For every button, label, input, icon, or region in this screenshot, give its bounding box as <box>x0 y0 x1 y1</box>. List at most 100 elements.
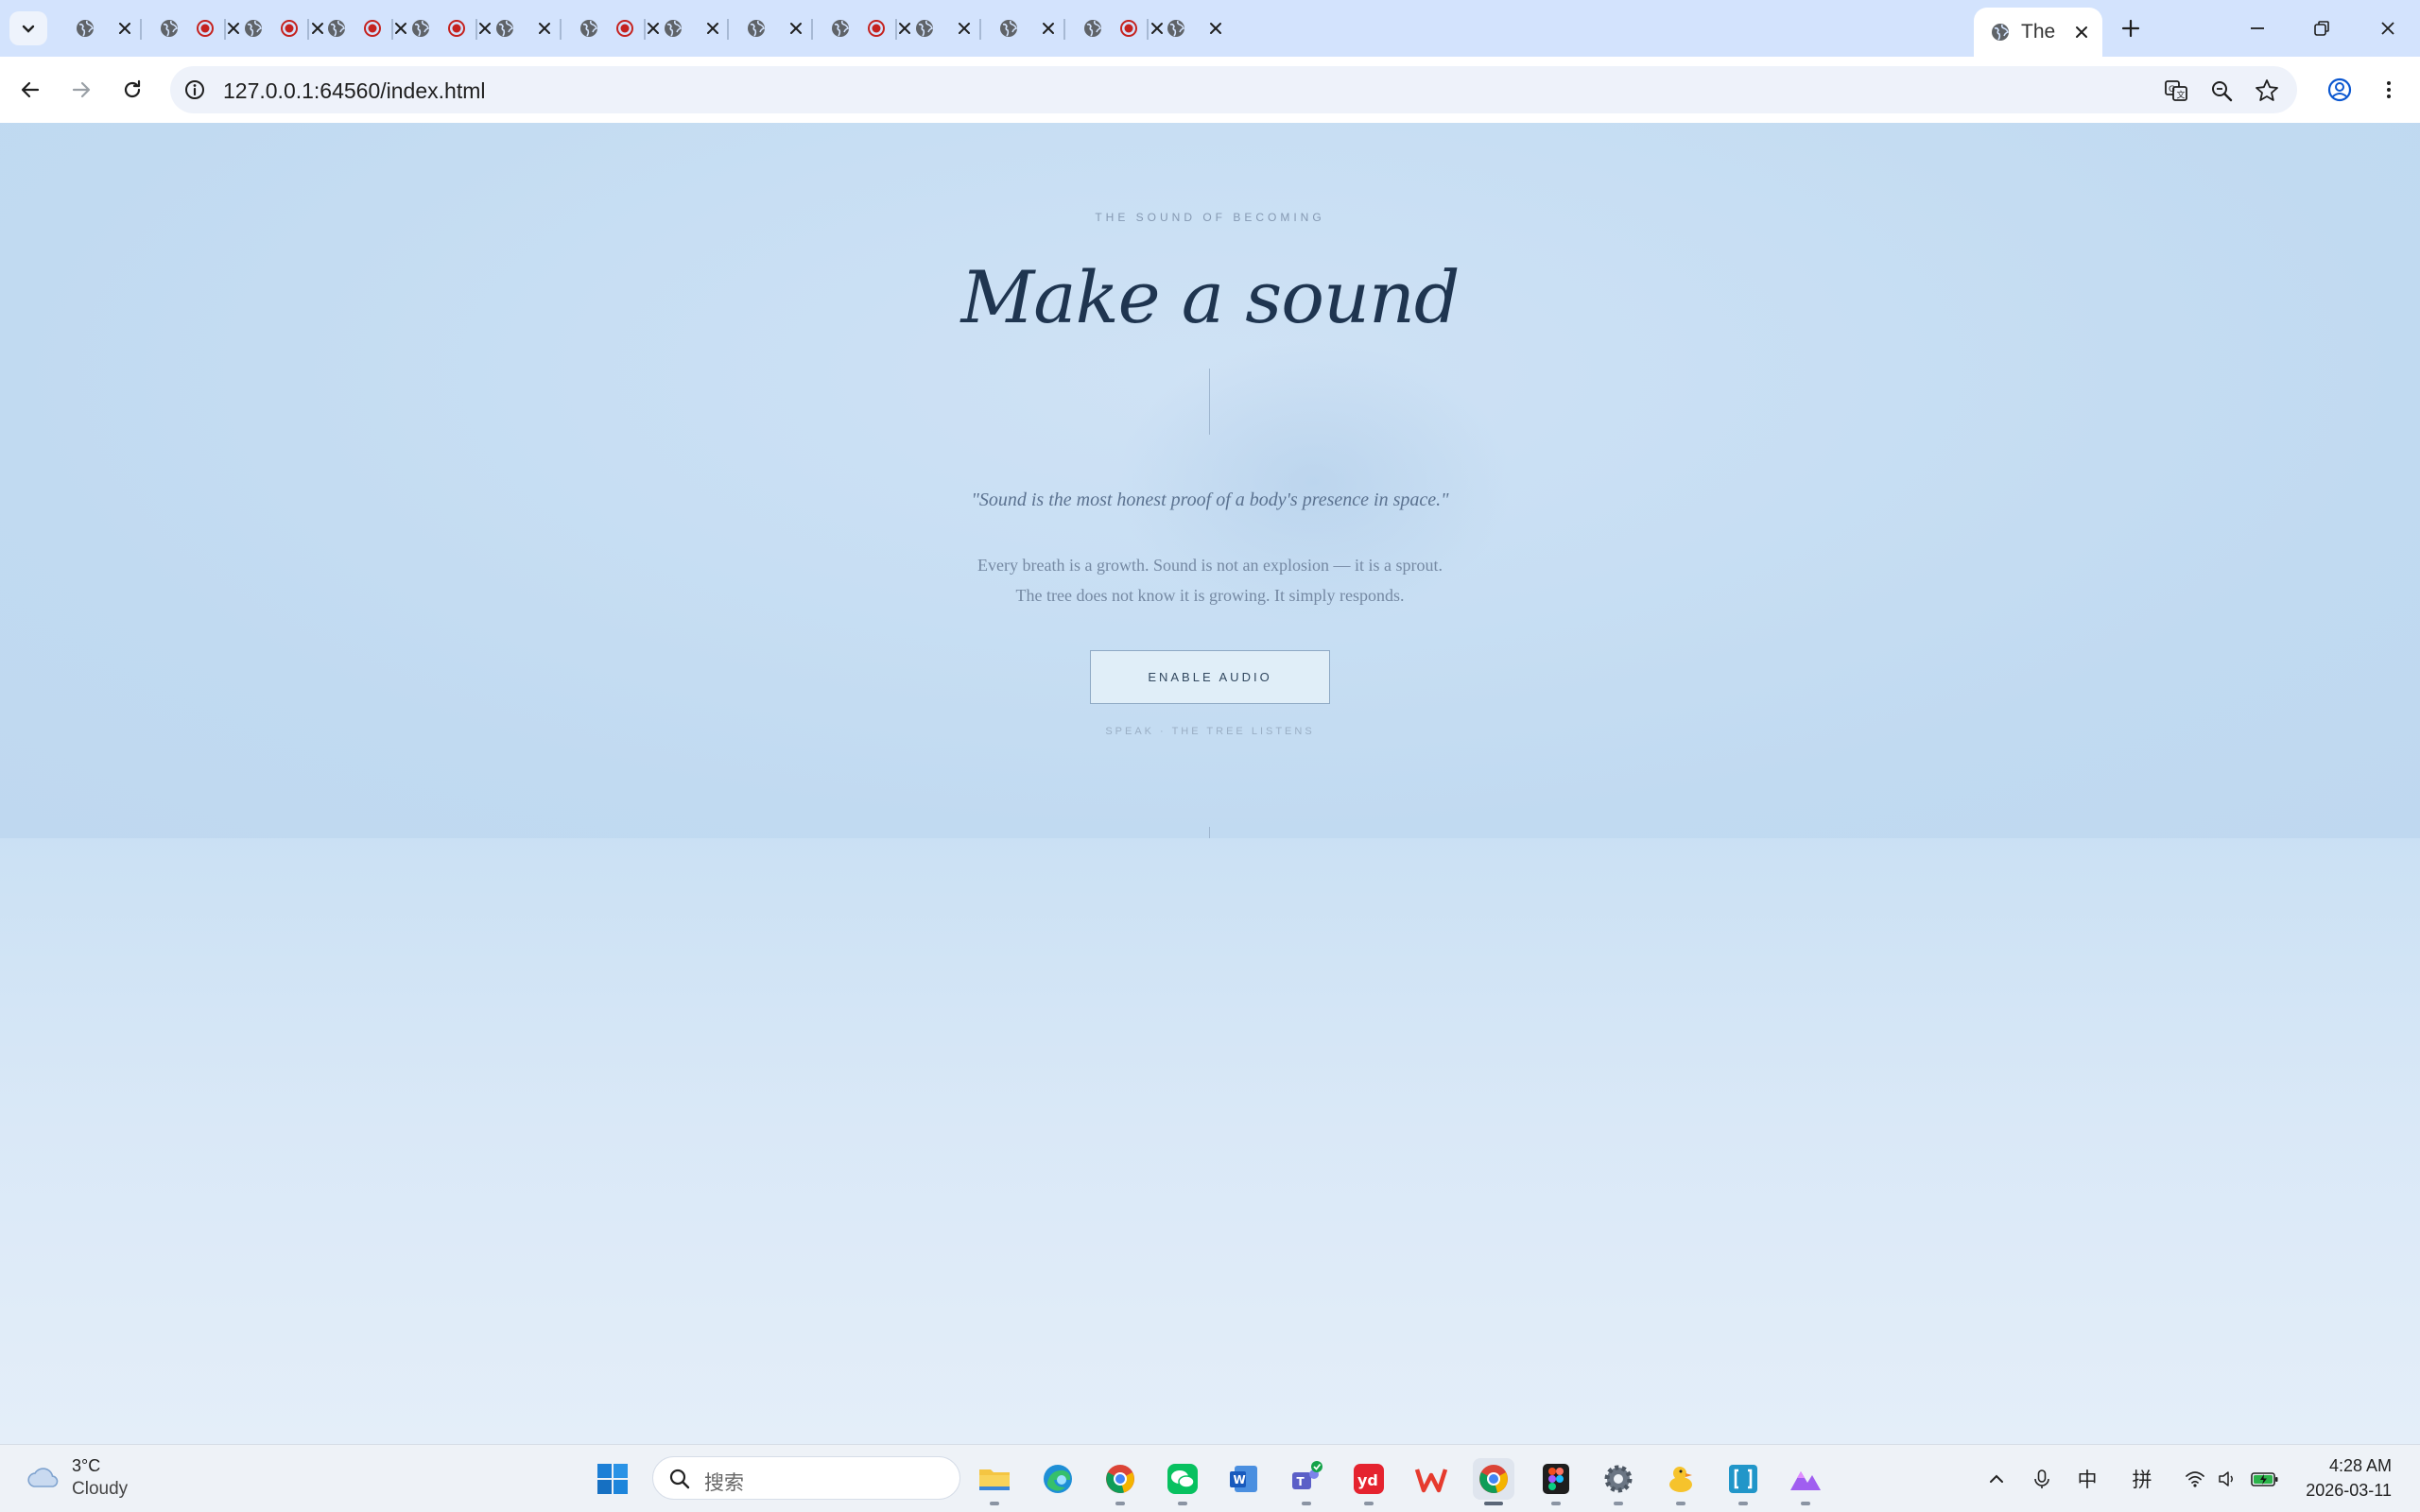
taskbar: 3°C Cloudy 搜索 W T yd 中 拼 4:28 AM 2026-03… <box>0 1444 2420 1512</box>
microphone-icon <box>2034 1469 2049 1488</box>
browser-tab[interactable]: T <box>1066 8 1163 49</box>
duck-app[interactable] <box>1660 1458 1702 1505</box>
weather-condition[interactable]: Cloudy <box>72 1479 128 1500</box>
back-button[interactable] <box>12 72 48 108</box>
tab-separator <box>727 19 729 40</box>
word-app[interactable]: W <box>1223 1458 1265 1500</box>
tab-separator <box>391 19 393 40</box>
mountain-icon <box>1790 1471 1821 1490</box>
reload-button[interactable] <box>114 72 150 108</box>
taskbar-search[interactable]: 搜索 <box>652 1456 960 1500</box>
close-tab-icon[interactable] <box>533 17 556 40</box>
youdao-app[interactable]: yd <box>1348 1458 1390 1505</box>
close-tab-icon[interactable] <box>1204 17 1227 40</box>
close-tab-icon[interactable] <box>113 17 136 40</box>
globe-icon <box>665 20 683 37</box>
speaker-icon <box>2219 1471 2233 1486</box>
clock-time[interactable]: 4:28 AM <box>2329 1456 2392 1476</box>
kicker-text: THE SOUND OF BECOMING <box>1095 211 1325 224</box>
tab-search-button[interactable] <box>9 11 47 45</box>
close-tab-icon[interactable] <box>785 17 807 40</box>
new-tab-button[interactable] <box>2114 11 2148 45</box>
cloud-icon[interactable] <box>25 1462 62 1492</box>
browser-tab[interactable]: The <box>982 8 1063 49</box>
battery-tray[interactable] <box>2250 1464 2280 1494</box>
edge-browser-icon <box>1044 1465 1072 1493</box>
teams-app[interactable]: T <box>1286 1458 1327 1505</box>
close-tab-icon[interactable] <box>701 17 724 40</box>
folder-icon <box>979 1469 1010 1490</box>
tab-separator <box>895 19 897 40</box>
tab-separator <box>224 19 226 40</box>
volume-tray[interactable] <box>2212 1464 2242 1494</box>
ime-mode-indicator[interactable]: 拼 <box>2127 1464 2157 1494</box>
close-tab-icon[interactable] <box>953 17 976 40</box>
browser-tab[interactable]: The <box>1150 8 1231 49</box>
info-icon[interactable] <box>183 78 206 101</box>
tab-active[interactable]: The <box>1974 8 2102 57</box>
browser-tab[interactable]: M <box>394 8 491 49</box>
restore-button[interactable] <box>2293 9 2350 47</box>
browser-tab[interactable]: M <box>310 8 406 49</box>
ime-language-indicator[interactable]: 中 <box>2072 1464 2102 1494</box>
microphone-tray[interactable] <box>2027 1464 2057 1494</box>
zoom-icon[interactable] <box>2208 77 2235 104</box>
tab-strip: PRESPPMM127.01127.127.1TheTheTTheThe <box>0 0 2420 57</box>
hero-section: THE SOUND OF BECOMING Make a sound "Soun… <box>0 123 2420 838</box>
browser-tab[interactable]: 127. <box>647 8 728 49</box>
profile-button[interactable] <box>2322 72 2358 108</box>
minimize-icon <box>2251 27 2264 29</box>
tab-separator <box>1063 19 1065 40</box>
browser-tab[interactable]: 1 <box>814 8 910 49</box>
wps-icon <box>1414 1469 1448 1493</box>
enable-audio-button[interactable]: ENABLE AUDIO <box>1090 650 1330 704</box>
bookmark-star-icon[interactable] <box>2254 77 2280 104</box>
globe-icon <box>1167 20 1185 37</box>
file-explorer-app[interactable] <box>974 1458 1015 1505</box>
minimize-button[interactable] <box>2229 9 2286 47</box>
chevron-down-icon <box>22 25 35 33</box>
figma-icon <box>1543 1464 1569 1494</box>
figma-app[interactable] <box>1535 1458 1577 1505</box>
wechat-app[interactable] <box>1162 1458 1203 1505</box>
clock-date[interactable]: 2026-03-11 <box>2306 1481 2392 1501</box>
url-text[interactable]: 127.0.0.1:64560/index.html <box>223 78 485 104</box>
browser-tab[interactable]: The <box>898 8 979 49</box>
recording-icon <box>281 20 298 37</box>
body-line-1: Every breath is a growth. Sound is not a… <box>977 556 1443 575</box>
windows-start-icon[interactable] <box>596 1462 630 1496</box>
browser-tab[interactable]: P <box>143 8 239 49</box>
tab-separator <box>644 19 646 40</box>
arrow-right-icon <box>72 81 91 98</box>
mountain-app[interactable] <box>1785 1458 1826 1505</box>
globe-icon <box>580 20 598 37</box>
body-line-2: The tree does not know it is growing. It… <box>1015 586 1405 605</box>
globe-icon <box>496 20 514 37</box>
weather-temperature[interactable]: 3°C <box>72 1456 100 1476</box>
bracket-app[interactable] <box>1722 1458 1764 1505</box>
close-icon <box>2381 22 2394 35</box>
wifi-tray[interactable] <box>2180 1464 2210 1494</box>
svg-text:文: 文 <box>2177 90 2186 101</box>
browser-tab[interactable]: 127. <box>730 8 811 49</box>
browser-tab[interactable]: P <box>227 8 323 49</box>
edge-app[interactable] <box>1037 1458 1079 1500</box>
close-window-button[interactable] <box>2360 9 2416 47</box>
browser-tab[interactable]: PRES <box>59 8 140 49</box>
browser-tab[interactable]: 1 <box>562 8 659 49</box>
close-tab-icon[interactable] <box>1037 17 1060 40</box>
browser-tab[interactable]: 127.0 <box>478 8 560 49</box>
close-tab-icon[interactable] <box>2070 21 2093 43</box>
globe-icon <box>328 20 346 37</box>
svg-text:G: G <box>2169 85 2175 94</box>
address-bar[interactable]: 127.0.0.1:64560/index.html G文 <box>170 66 2297 113</box>
settings-app[interactable] <box>1598 1458 1639 1505</box>
chrome-app[interactable] <box>1099 1458 1141 1505</box>
tab-separator <box>560 19 562 40</box>
menu-button[interactable] <box>2371 72 2407 108</box>
translate-icon[interactable]: G文 <box>2163 77 2189 104</box>
tray-overflow-button[interactable] <box>1981 1464 2012 1494</box>
forward-button[interactable] <box>63 72 99 108</box>
chrome-app-active[interactable] <box>1473 1458 1514 1505</box>
wps-app[interactable] <box>1410 1458 1452 1500</box>
